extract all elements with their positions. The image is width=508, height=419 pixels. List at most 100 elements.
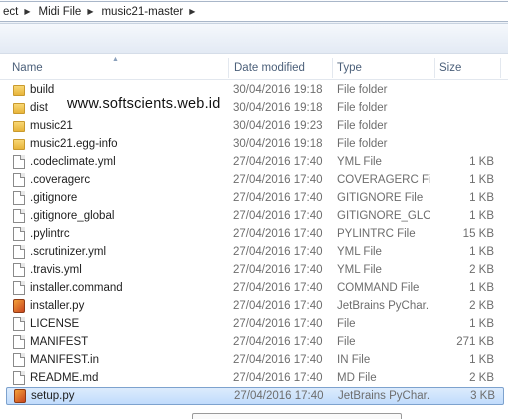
file-type: IN File: [337, 354, 371, 366]
breadcrumb-item[interactable]: music21-master ▶: [97, 2, 199, 21]
chevron-right-icon[interactable]: ▶: [87, 7, 93, 16]
file-date-modified: 27/04/2016 17:40: [233, 156, 323, 168]
column-header-row: ▲ Name Date modified Type Size: [0, 56, 508, 80]
file-row[interactable]: MANIFEST 27/04/2016 17:40 File 271 KB: [0, 333, 508, 351]
file-size: 1 KB: [469, 210, 494, 222]
file-date-modified: 30/04/2016 19:18: [233, 84, 323, 96]
file-date-modified: 27/04/2016 17:40: [234, 390, 324, 402]
file-name: MANIFEST: [30, 336, 89, 348]
file-name: music21: [30, 120, 73, 132]
breadcrumb-label: music21-master: [101, 5, 184, 18]
file-name: README.md: [30, 372, 99, 384]
file-name: .gitignore: [30, 192, 78, 204]
file-row[interactable]: .coveragerc 27/04/2016 17:40 COVERAGERC Fi…: [0, 171, 508, 189]
file-size: 1 KB: [469, 246, 494, 258]
file-row[interactable]: .scrutinizer.yml 27/04/2016 17:40 YML File…: [0, 243, 508, 261]
file-date-modified: 30/04/2016 19:23: [233, 120, 323, 132]
file-size: 1 KB: [469, 282, 494, 294]
file-row[interactable]: LICENSE 27/04/2016 17:40 File 1 KB: [0, 315, 508, 333]
file-row[interactable]: installer.command 27/04/2016 17:40 COMMAND…: [0, 279, 508, 297]
file-date-modified: 27/04/2016 17:40: [233, 336, 323, 348]
file-name: dist: [30, 102, 48, 114]
file-row[interactable]: .gitignore_global 27/04/2016 17:40 GITIGNO…: [0, 207, 508, 225]
column-divider[interactable]: [228, 58, 229, 78]
column-header-date-modified[interactable]: Date modified: [234, 56, 305, 80]
column-divider[interactable]: [434, 58, 435, 78]
file-row[interactable]: setup.py 27/04/2016 17:40 JetBrains PyChar…: [6, 387, 504, 405]
file-name: LICENSE: [30, 318, 80, 330]
file-type: File: [337, 318, 356, 330]
file-icon: [13, 173, 25, 187]
file-icon: [13, 263, 25, 277]
breadcrumb-item[interactable]: Midi File ▶: [35, 2, 98, 21]
file-date-modified: 27/04/2016 17:40: [233, 372, 323, 384]
file-date-modified: 27/04/2016 17:40: [233, 354, 323, 366]
file-type: YML File: [337, 156, 382, 168]
file-size: 2 KB: [469, 300, 494, 312]
file-name: .travis.yml: [30, 264, 82, 276]
file-type: File: [337, 336, 356, 348]
file-type: YML File: [337, 246, 382, 258]
breadcrumb-item[interactable]: ect ▶: [0, 2, 35, 21]
file-row[interactable]: installer.py 27/04/2016 17:40 JetBrains Py…: [0, 297, 508, 315]
column-divider[interactable]: [500, 58, 501, 78]
file-type: File folder: [337, 120, 388, 132]
chevron-right-icon[interactable]: ▶: [189, 7, 195, 16]
file-name: music21.egg-info: [30, 138, 118, 150]
folder-icon: [13, 121, 25, 132]
file-icon: [13, 371, 25, 385]
file-row[interactable]: music21.egg-info 30/04/2016 19:18 File fol…: [0, 135, 508, 153]
pycharm-file-icon: [14, 389, 26, 403]
file-type: COVERAGERC File: [337, 174, 430, 186]
file-name: setup.py: [31, 390, 75, 402]
folder-icon: [13, 139, 25, 150]
file-type: File folder: [337, 84, 388, 96]
file-size: 1 KB: [469, 354, 494, 366]
column-header-size[interactable]: Size: [439, 56, 461, 80]
file-size: 1 KB: [469, 318, 494, 330]
column-header-name[interactable]: Name: [12, 56, 43, 80]
file-type: File folder: [337, 102, 388, 114]
file-row[interactable]: music21 30/04/2016 19:23 File folder: [0, 117, 508, 135]
file-row[interactable]: MANIFEST.in 27/04/2016 17:40 IN File 1 KB: [0, 351, 508, 369]
file-size: 1 KB: [469, 174, 494, 186]
file-icon: [13, 191, 25, 205]
watermark-text: www.softscients.web.id: [67, 96, 221, 112]
file-name: .pylintrc: [30, 228, 70, 240]
file-name: .codeclimate.yml: [30, 156, 116, 168]
file-type: COMMAND File: [337, 282, 420, 294]
file-icon: [13, 281, 25, 295]
file-row[interactable]: .gitignore 27/04/2016 17:40 GITIGNORE File…: [0, 189, 508, 207]
file-date-modified: 27/04/2016 17:40: [233, 228, 323, 240]
file-type: PYLINTRC File: [337, 228, 416, 240]
file-type: JetBrains PyChar...: [337, 300, 430, 312]
chevron-right-icon[interactable]: ▶: [24, 7, 30, 16]
file-date-modified: 27/04/2016 17:40: [233, 300, 323, 312]
column-divider[interactable]: [332, 58, 333, 78]
file-name: installer.command: [30, 282, 123, 294]
file-list: build 30/04/2016 19:18 File folder dist 30/0…: [0, 81, 508, 405]
column-header-type[interactable]: Type: [337, 56, 362, 80]
breadcrumb[interactable]: ect ▶ Midi File ▶ music21-master ▶: [0, 1, 508, 22]
address-bar: ect ▶ Midi File ▶ music21-master ▶: [0, 0, 508, 24]
file-date-modified: 27/04/2016 17:40: [233, 246, 323, 258]
file-name: .coveragerc: [30, 174, 91, 186]
file-type: GITIGNORE_GLOB...: [337, 210, 430, 222]
file-name: .scrutinizer.yml: [30, 246, 107, 258]
file-row[interactable]: README.md 27/04/2016 17:40 MD File 2 KB: [0, 369, 508, 387]
file-icon: [13, 353, 25, 367]
file-name: .gitignore_global: [30, 210, 115, 222]
horizontal-scrollbar[interactable]: [192, 413, 402, 419]
file-icon: [13, 245, 25, 259]
breadcrumb-label: ect: [3, 5, 19, 18]
file-icon: [13, 335, 25, 349]
file-type: JetBrains PyChar...: [338, 390, 431, 402]
file-date-modified: 27/04/2016 17:40: [233, 264, 323, 276]
file-size: 1 KB: [469, 192, 494, 204]
file-row[interactable]: .travis.yml 27/04/2016 17:40 YML File 2 KB: [0, 261, 508, 279]
file-icon: [13, 227, 25, 241]
file-row[interactable]: .pylintrc 27/04/2016 17:40 PYLINTRC File 15…: [0, 225, 508, 243]
file-name: build: [30, 84, 55, 96]
file-row[interactable]: .codeclimate.yml 27/04/2016 17:40 YML File…: [0, 153, 508, 171]
file-size: 2 KB: [469, 372, 494, 384]
